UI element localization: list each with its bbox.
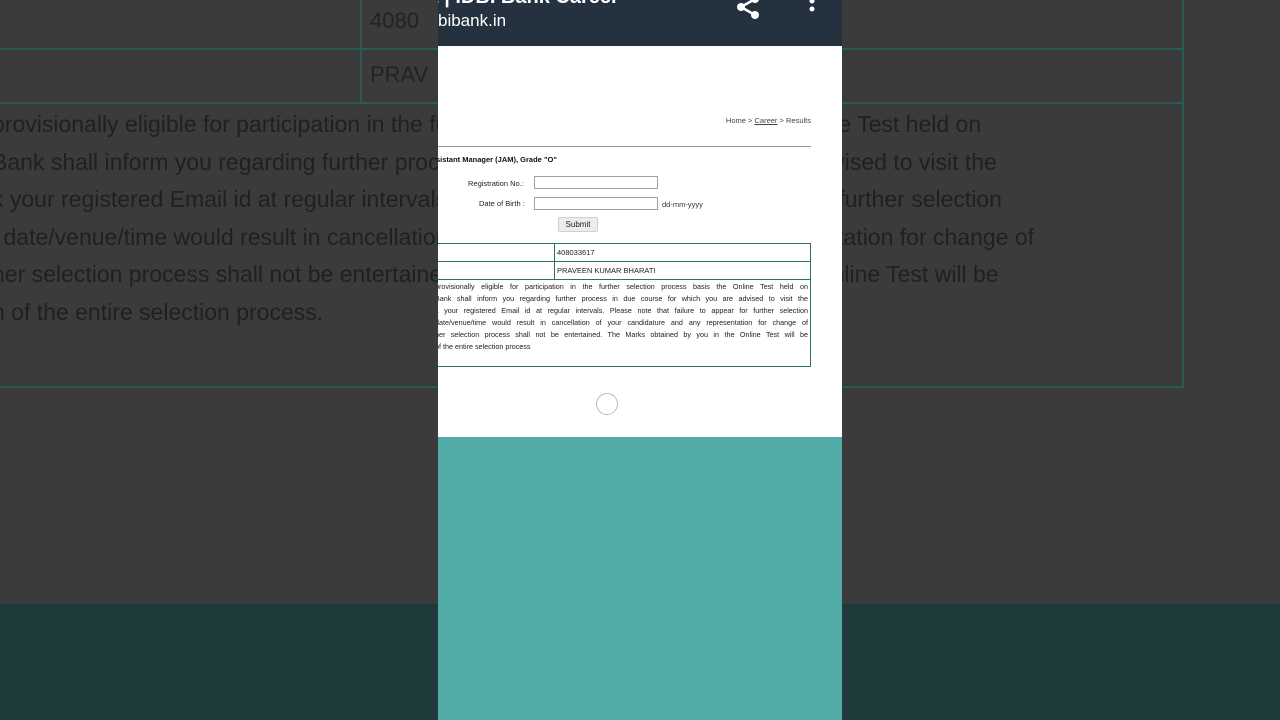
web-page: Home > Career > Results sistant Manager … xyxy=(438,46,842,437)
result-message-line: Bank shall inform you regarding further … xyxy=(438,294,808,303)
results-heading: sistant Manager (JAM), Grade "O" xyxy=(438,155,557,164)
dob-format-hint: dd-mm-yyyy xyxy=(662,200,703,209)
result-row-registration: 408033617 xyxy=(438,244,810,262)
result-table: 408033617 PRAVEEN KUMAR BHARATI provisio… xyxy=(438,243,811,367)
candidate-name: PRAVEEN KUMAR BHARATI xyxy=(557,266,656,275)
loading-spinner-icon xyxy=(596,393,618,415)
browser-toolbar: t | IDBI Bank Career bibank.in xyxy=(438,0,842,46)
registration-label: Registration No.: xyxy=(468,179,524,188)
result-message-line: k your registered Email id at regular in… xyxy=(438,306,808,315)
result-message: provisionally eligible for participation… xyxy=(438,281,808,353)
page-url[interactable]: bibank.in xyxy=(438,11,506,31)
registration-input[interactable] xyxy=(534,176,658,189)
result-row-name: PRAVEEN KUMAR BHARATI xyxy=(438,262,810,280)
background-cell-divider xyxy=(360,50,362,102)
dob-label: Date of Birth : xyxy=(479,199,525,208)
breadcrumb: Home > Career > Results xyxy=(726,116,811,125)
result-message-line: provisionally eligible for participation… xyxy=(438,282,808,291)
divider xyxy=(438,146,811,147)
background-registration-text: 4080 xyxy=(370,8,419,33)
phone-screen: t | IDBI Bank Career bibank.in Home > Ca… xyxy=(438,0,842,720)
background-cell-divider xyxy=(360,0,362,48)
result-message-line: of the entire selection process xyxy=(438,342,531,351)
page-title: t | IDBI Bank Career xyxy=(438,0,619,9)
share-icon[interactable] xyxy=(734,0,762,22)
registration-number: 408033617 xyxy=(557,248,595,257)
cell-divider xyxy=(554,262,555,279)
breadcrumb-separator: > xyxy=(777,116,786,125)
more-vert-icon[interactable] xyxy=(806,0,818,20)
result-message-line: date/venue/time would result in cancella… xyxy=(438,318,808,327)
submit-button[interactable]: Submit xyxy=(558,217,598,232)
result-message-line: ner selection process shall not be enter… xyxy=(438,330,808,339)
cell-divider xyxy=(554,244,555,261)
dob-input[interactable] xyxy=(534,197,658,210)
breadcrumb-home[interactable]: Home xyxy=(726,116,746,125)
background-name-text: PRAV xyxy=(370,62,429,87)
breadcrumb-results: Results xyxy=(785,116,811,125)
breadcrumb-career[interactable]: Career xyxy=(754,116,777,125)
